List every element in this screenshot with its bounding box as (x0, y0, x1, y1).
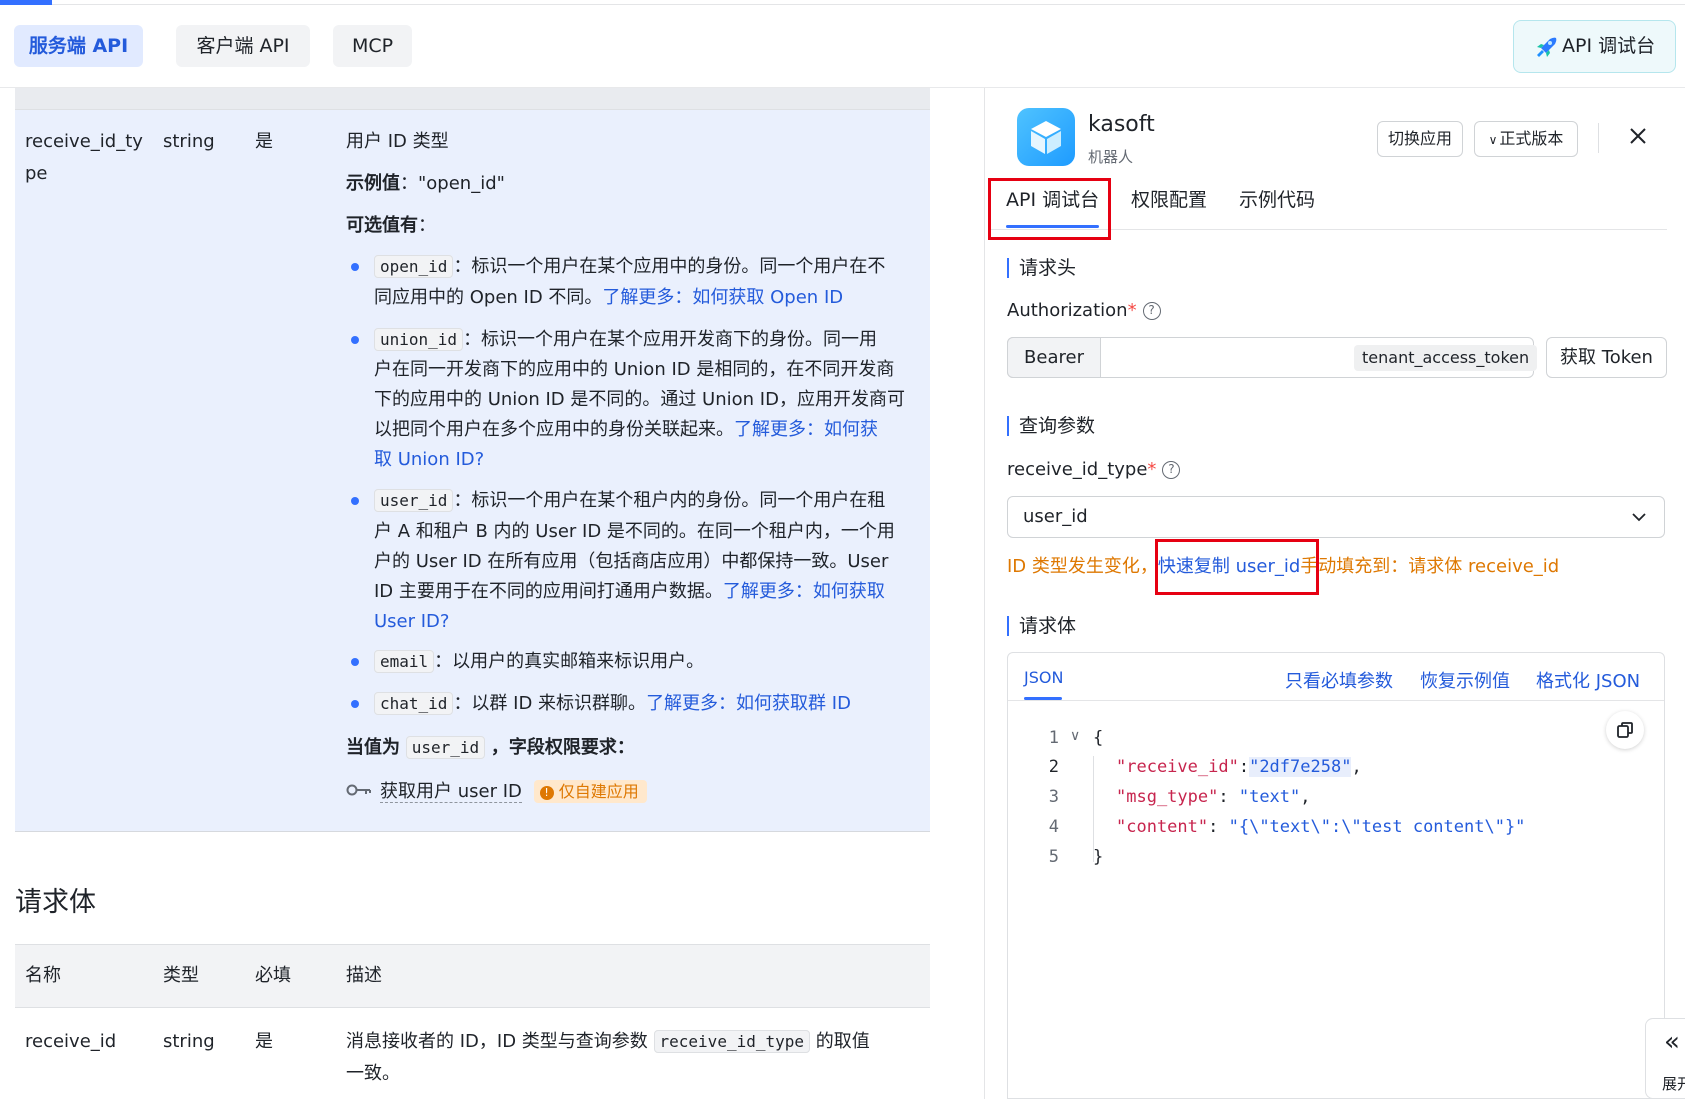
link-chat-id[interactable]: 了解更多：如何获取群 ID (646, 693, 851, 714)
th-required: 必填 (255, 965, 291, 986)
double-chevron-left-icon: « (1664, 1027, 1680, 1057)
example-value: "open_id" (418, 173, 505, 194)
json-tab-indicator (1024, 697, 1062, 700)
code-line-4: "content": "{\"text\":\"test content\"}" (1116, 817, 1526, 837)
expand-panel-button[interactable]: « 展开 (1645, 1018, 1685, 1099)
header-separator (1598, 123, 1599, 153)
link-open-id[interactable]: 了解更多：如何获取 Open ID (602, 287, 843, 308)
key-icon (346, 784, 371, 796)
option-user-id: user_id ：标识一个用户在某个租户内的身份。同一个用户在租 (374, 486, 885, 516)
row-type: string (163, 1031, 215, 1052)
api-console-button[interactable]: API 调试台 (1513, 20, 1676, 73)
table-top-band (15, 88, 930, 110)
link-union-id[interactable]: 了解更多：如何获 (734, 419, 878, 440)
tab-permissions[interactable]: 权限配置 (1131, 185, 1207, 212)
required-only-button[interactable]: 只看必填参数 (1285, 667, 1393, 693)
chevron-down-icon: ∨ (1488, 133, 1498, 147)
link-union-id-cont[interactable]: 取 Union ID? (374, 445, 484, 475)
top-divider (0, 4, 1685, 5)
row-desc: 消息接收者的 ID，ID 类型与查询参数 receive_id_type 的取值 (346, 1030, 870, 1053)
param-required: 是 (255, 131, 273, 152)
token-type-tag: tenant_access_token (1354, 345, 1538, 371)
tab-sample-code[interactable]: 示例代码 (1239, 185, 1315, 212)
fold-icon[interactable]: ∨ (1070, 728, 1080, 744)
help-icon[interactable]: ? (1142, 302, 1161, 320)
code-line-1: { (1093, 728, 1104, 748)
get-token-button[interactable]: 获取 Token (1546, 337, 1667, 378)
bullet (351, 497, 359, 505)
perm-requirement: 当值为 user_id ，字段权限要求： (346, 736, 635, 759)
param-name: receive_id_type (25, 131, 143, 184)
self-built-badge: ! 仅自建应用 (533, 780, 647, 803)
receive-id-type-select[interactable]: user_id (1007, 496, 1665, 538)
version-dropdown[interactable]: ∨ 正式版本 (1474, 121, 1578, 157)
highlight-box-copy-link (1155, 539, 1319, 595)
copy-icon (1617, 722, 1633, 738)
bullet (351, 336, 359, 344)
perm-name[interactable]: 获取用户 user ID (380, 781, 522, 803)
json-editor[interactable] (1007, 652, 1665, 1099)
perm-item: 获取用户 user ID ! 仅自建应用 (346, 777, 647, 807)
param-desc-title: 用户 ID 类型 (346, 131, 449, 152)
app-role: 机器人 (1088, 148, 1134, 166)
tab-client-api[interactable]: 客户端 API (176, 25, 310, 67)
app-name: kasoft (1088, 112, 1155, 137)
tab-server-api[interactable]: 服务端 API (14, 25, 143, 67)
bullet (351, 700, 359, 708)
row-required: 是 (255, 1031, 273, 1052)
highlight-box-tab (988, 178, 1111, 240)
switch-app-button[interactable]: 切换应用 (1377, 121, 1463, 157)
section-query-params: 查询参数 (1007, 416, 1095, 436)
option-chat-id: chat_id ：以群 ID 来标识群聊。了解更多：如何获取群 ID (374, 689, 851, 719)
expand-label: 展开 (1662, 1075, 1685, 1093)
auth-label: Authorization*? (1007, 300, 1161, 321)
section-title-request-body: 请求体 (15, 887, 96, 918)
bearer-prefix: Bearer (1007, 337, 1101, 378)
link-user-id[interactable]: 了解更多：如何获取 (723, 581, 885, 602)
th-type: 类型 (163, 965, 199, 986)
top-accent (0, 0, 52, 5)
rocket-icon (1537, 37, 1557, 57)
option-union-id: union_id ：标识一个用户在某个应用开发商下的身份。同一用 (374, 325, 877, 355)
receive-id-type-label: receive_id_type*? (1007, 459, 1181, 480)
close-icon[interactable] (1626, 124, 1650, 148)
tab-json[interactable]: JSON (1024, 668, 1063, 687)
code-line-5: } (1093, 847, 1104, 867)
cube-icon (1031, 121, 1061, 154)
th-name: 名称 (25, 965, 61, 986)
link-user-id-cont[interactable]: User ID? (374, 607, 449, 637)
api-console-label: API 调试台 (1562, 35, 1656, 57)
table-header (15, 944, 930, 1008)
section-request-headers: 请求头 (1007, 258, 1076, 278)
code-line-3: "msg_type": "text", (1116, 787, 1311, 807)
restore-example-button[interactable]: 恢复示例值 (1420, 667, 1510, 693)
info-icon: ! (539, 786, 554, 800)
app-icon (1017, 108, 1075, 166)
row-name: receive_id (25, 1031, 117, 1052)
bullet (351, 658, 359, 666)
help-icon[interactable]: ? (1162, 461, 1181, 479)
code-line-2: "receive_id":"2df7e258", (1116, 757, 1362, 777)
section-request-body: 请求体 (1007, 616, 1076, 636)
tab-mcp[interactable]: MCP (333, 25, 412, 67)
option-open-id: open_id ：标识一个用户在某个应用中的身份。同一个用户在不 (374, 252, 885, 282)
copy-button[interactable] (1606, 711, 1644, 749)
chevron-down-icon (1632, 513, 1646, 522)
format-json-button[interactable]: 格式化 JSON (1536, 667, 1640, 693)
param-options-label: 可选值有： (346, 215, 436, 236)
param-example: 示例值："open_id" (346, 173, 505, 194)
th-desc: 描述 (346, 965, 382, 986)
panel-divider (984, 88, 985, 1099)
bullet (351, 263, 359, 271)
param-type: string (163, 131, 215, 152)
example-label: 示例值 (346, 173, 400, 194)
option-email: email ：以用户的真实邮箱来标识用户。 (374, 647, 704, 677)
